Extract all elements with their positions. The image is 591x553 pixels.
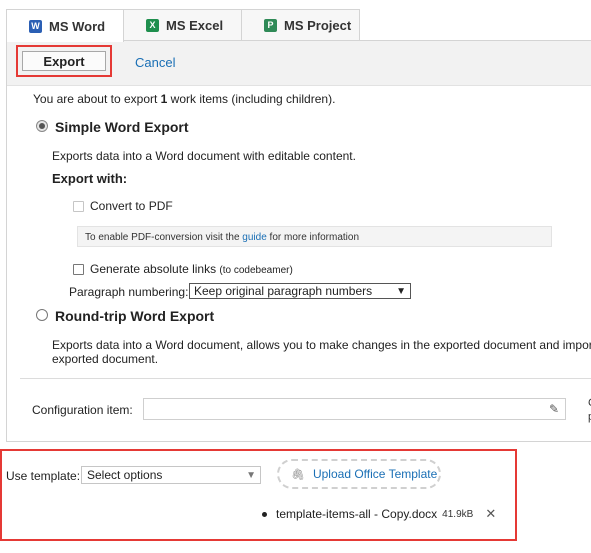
template-section-highlight: Use template: Select options ▼ 🖇 Upload … bbox=[0, 449, 517, 541]
chevron-down-icon: ▼ bbox=[246, 469, 256, 481]
file-name: template-items-all - Copy.docx bbox=[276, 507, 438, 521]
action-toolbar: Export Cancel bbox=[7, 41, 591, 86]
list-bullet bbox=[262, 511, 267, 517]
simple-export-description: Exports data into a Word document with e… bbox=[52, 149, 356, 163]
paperclip-icon: 🖇 bbox=[291, 468, 305, 481]
round-trip-export-title: Round-trip Word Export bbox=[55, 308, 215, 324]
chevron-down-icon: ▼ bbox=[396, 285, 406, 297]
uploaded-file-item: template-items-all - Copy.docx 41.9kB ✕ bbox=[262, 506, 496, 522]
configuration-item-label: Configuration item: bbox=[32, 403, 133, 417]
section-divider bbox=[20, 378, 591, 379]
upload-office-template-button[interactable]: 🖇 Upload Office Template bbox=[277, 459, 441, 489]
cancel-link[interactable]: Cancel bbox=[135, 55, 175, 70]
guide-link[interactable]: guide bbox=[242, 232, 266, 243]
tab-ms-excel[interactable]: X MS Excel bbox=[124, 9, 242, 41]
export-with-heading: Export with: bbox=[52, 171, 128, 186]
export-format-tabs: W MS Word X MS Excel P MS Project bbox=[6, 9, 360, 42]
round-trip-export-radio[interactable] bbox=[36, 309, 48, 321]
pencil-icon[interactable]: ✎ bbox=[549, 402, 559, 416]
tab-ms-word[interactable]: W MS Word bbox=[6, 9, 124, 42]
excel-icon: X bbox=[146, 19, 159, 32]
simple-word-export-title: Simple Word Export bbox=[55, 119, 189, 135]
convert-pdf-label: Convert to PDF bbox=[90, 199, 173, 213]
paragraph-numbering-select[interactable]: Keep original paragraph numbers ▼ bbox=[189, 283, 411, 299]
export-button-highlight: Export bbox=[16, 45, 112, 77]
configuration-item-input[interactable]: ✎ bbox=[143, 398, 566, 420]
word-export-panel: Export Cancel You are about to export 1 … bbox=[6, 40, 591, 442]
use-template-label: Use template: bbox=[6, 469, 81, 483]
round-trip-description-line2: exported document. bbox=[52, 352, 159, 366]
paragraph-numbering-label: Paragraph numbering: bbox=[69, 285, 189, 299]
export-button[interactable]: Export bbox=[22, 51, 106, 71]
intro-text: You are about to export 1 work items (in… bbox=[33, 92, 336, 106]
round-trip-description-line1: Exports data into a Word document, allow… bbox=[52, 338, 591, 352]
template-select[interactable]: Select options ▼ bbox=[81, 466, 261, 484]
file-size: 41.9kB bbox=[442, 508, 474, 520]
tab-label: MS Word bbox=[49, 18, 106, 34]
convert-pdf-checkbox[interactable] bbox=[73, 201, 84, 212]
tab-ms-project[interactable]: P MS Project bbox=[242, 9, 360, 41]
absolute-links-label: Generate absolute links (to codebeamer) bbox=[90, 262, 293, 276]
simple-word-export-radio[interactable] bbox=[36, 120, 48, 132]
tab-label: MS Project bbox=[284, 18, 352, 33]
absolute-links-checkbox[interactable] bbox=[73, 264, 84, 275]
pdf-info-box: To enable PDF-conversion visit the guide… bbox=[77, 226, 552, 247]
word-icon: W bbox=[29, 19, 42, 33]
project-icon: P bbox=[264, 19, 277, 32]
remove-file-icon[interactable]: ✕ bbox=[485, 506, 496, 522]
tab-label: MS Excel bbox=[166, 18, 224, 33]
